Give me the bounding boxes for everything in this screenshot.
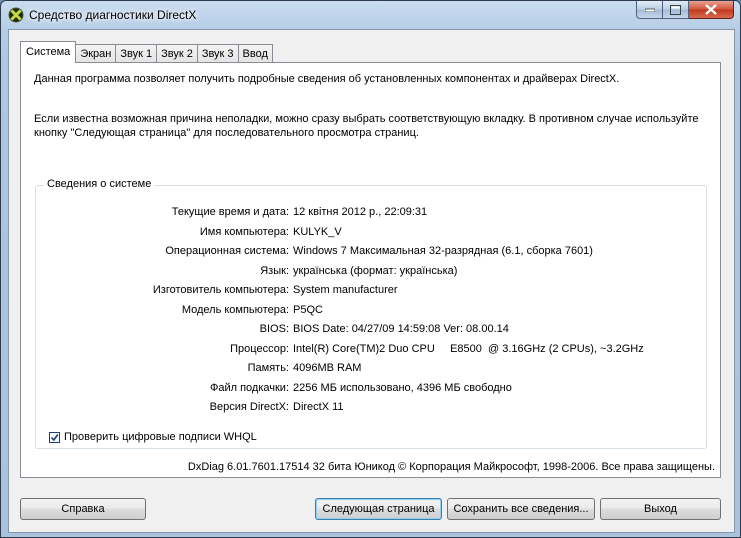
info-value: Intel(R) Core(TM)2 Duo CPU E8500 @ 3.16G… [293,342,644,355]
help-button[interactable]: Справка [20,498,146,520]
whql-checkbox[interactable] [49,431,60,443]
window-controls [636,1,734,21]
info-value: 12 квітня 2012 р., 22:09:31 [293,206,428,218]
info-label: Имя компьютера: [199,225,289,238]
maximize-icon [670,4,681,15]
info-label: Файл подкачки: [209,381,289,394]
info-value: BIOS Date: 04/27/09 14:59:08 Ver: 08.00.… [293,323,509,335]
info-label: Операционная система: [165,245,289,257]
tab-display[interactable]: Экран [75,44,117,63]
info-label: Язык: [260,264,289,277]
system-info-group: Сведения о системе Текущие время и дата:… [35,178,708,449]
whql-check-row[interactable]: Проверить цифровые подписи WHQL [49,431,257,443]
info-value: 2256 МБ использовано, 4396 МБ свободно [293,381,512,394]
whql-label[interactable]: Проверить цифровые подписи WHQL [64,431,257,443]
info-row-os: Операционная система: Windows 7 Максимал… [36,245,708,259]
exit-button[interactable]: Выход [600,498,721,520]
client-area: Система Экран Звук 1 Звук 2 Звук 3 Ввод … [8,29,735,533]
info-label: Текущие время и дата: [171,206,289,218]
info-label: Память: [247,362,289,374]
close-icon [705,4,717,15]
info-label: Процессор: [230,342,289,355]
info-row-memory: Память: 4096MB RAM [36,362,708,376]
intro-text-1: Данная программа позволяет получить подр… [34,73,620,85]
info-row-model: Модель компьютера: P5QC [36,304,708,318]
tab-strip: Система Экран Звук 1 Звук 2 Звук 3 Ввод [20,41,273,63]
info-row-directx-version: Версия DirectX: DirectX 11 [36,401,708,415]
directx-app-icon [8,7,24,23]
info-row-computer-name: Имя компьютера: KULYK_V [36,226,708,240]
tab-sound-2[interactable]: Звук 2 [156,44,198,63]
title-bar[interactable]: Средство диагностики DirectX [1,1,740,29]
info-row-manufacturer: Изготовитель компьютера: System manufact… [36,284,708,298]
dxdiag-window: Средство диагностики DirectX Система Экр… [0,0,741,538]
maximize-button[interactable] [663,1,689,19]
window-title: Средство диагностики DirectX [29,8,197,22]
tab-system[interactable]: Система [20,41,77,63]
minimize-icon [644,8,655,12]
info-value: P5QC [293,303,323,316]
close-button[interactable] [689,1,734,19]
info-row-datetime: Текущие время и дата: 12 квітня 2012 р.,… [36,206,708,220]
next-page-button[interactable]: Следующая страница [315,498,442,520]
tab-sound-3[interactable]: Звук 3 [196,44,239,63]
info-row-language: Язык: українська (формат: українська) [36,265,708,279]
tab-input[interactable]: Ввод [237,44,273,63]
info-row-processor: Процессор: Intel(R) Core(TM)2 Duo CPU E8… [36,343,708,357]
info-label: Версия DirectX: [209,401,289,413]
info-value: українська (формат: українська) [293,264,458,277]
minimize-button[interactable] [636,1,663,19]
info-value: DirectX 11 [293,401,344,413]
info-value: Windows 7 Максимальная 32-разрядная (6.1… [293,245,593,257]
info-label: Изготовитель компьютера: [152,284,289,296]
info-value: 4096MB RAM [293,362,362,374]
tab-sound-1[interactable]: Звук 1 [115,44,158,63]
info-row-bios: BIOS: BIOS Date: 04/27/09 14:59:08 Ver: … [36,323,708,337]
info-label: BIOS: [259,323,289,335]
checkmark-icon [50,433,59,441]
info-value: KULYK_V [293,225,342,238]
copyright-text: DxDiag 6.01.7601.17514 32 бита Юникод © … [187,461,715,473]
save-all-info-button[interactable]: Сохранить все сведения... [447,498,595,520]
info-row-pagefile: Файл подкачки: 2256 МБ использовано, 439… [36,382,708,396]
system-tab-panel: Данная программа позволяет получить подр… [20,62,721,478]
info-value: System manufacturer [293,284,398,296]
info-label: Модель компьютера: [181,303,289,316]
system-info-title: Сведения о системе [44,178,155,190]
intro-text-2: Если известна возможная причина неполадк… [34,113,699,139]
